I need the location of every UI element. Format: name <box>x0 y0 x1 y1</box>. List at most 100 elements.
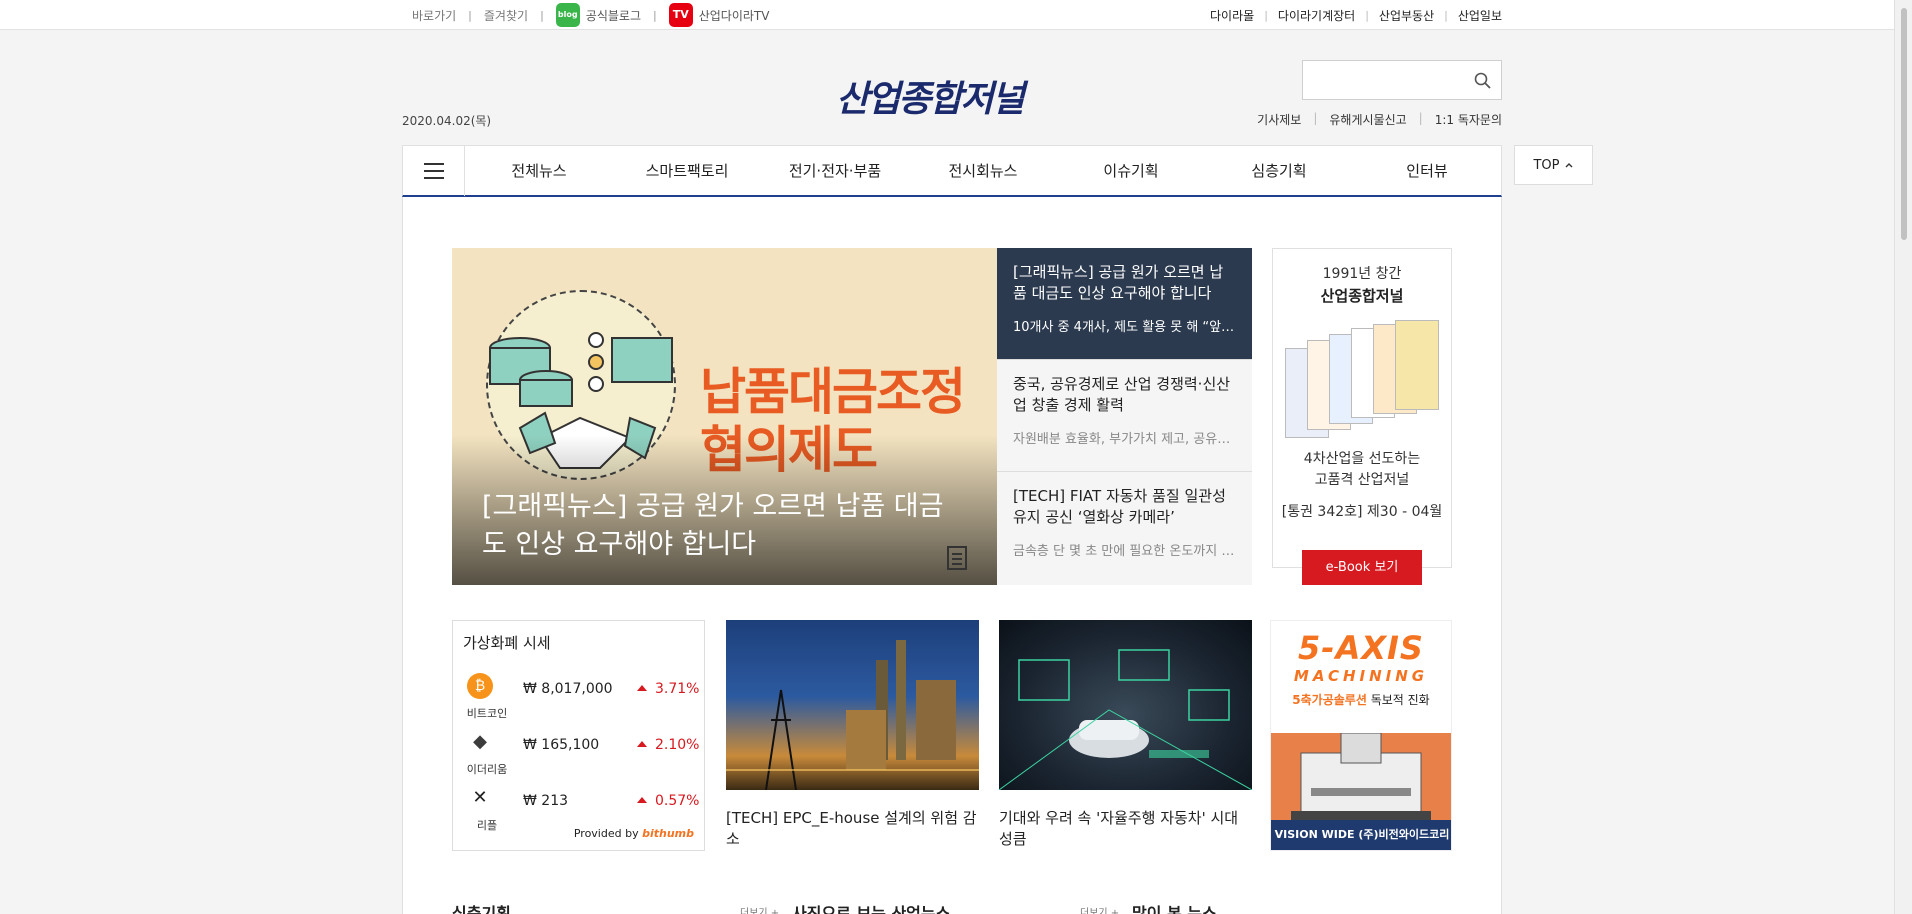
crypto-name: 리플 <box>476 819 498 832</box>
crypto-name: 비트코인 <box>466 707 508 720</box>
ebook-slogan: 4차산업을 선도하는 고품격 산업저널 <box>1273 449 1451 491</box>
main-nav: 전체뉴스 스마트팩토리 전기·전자·부품 전시회뉴스 이슈기획 심층기획 인터뷰 <box>402 145 1502 197</box>
bitcoin-icon: ₿ <box>467 673 493 699</box>
nav-item-issue-planning[interactable]: 이슈기획 <box>1057 146 1205 195</box>
news-card[interactable]: 기대와 우려 속 '자율주행 자동차' 시대 성큼 <box>999 620 1252 850</box>
ad-tagline: 5축가공솔루션 독보적 진화 <box>1271 691 1451 708</box>
more-link[interactable]: 더보기 + <box>1080 904 1119 914</box>
nav-item-electric-parts[interactable]: 전기·전자·부품 <box>761 146 909 195</box>
crypto-row: ◆ 이더리움 ₩ 165,100 2.10% <box>453 729 706 785</box>
scrollbar-thumb[interactable] <box>1901 8 1907 240</box>
ethereum-icon: ◆ <box>473 731 487 752</box>
separator: | <box>468 8 472 22</box>
power-plant-image <box>726 620 979 790</box>
top-left-links: 바로가기 | 즐겨찾기 | blog 공식블로그 | TV 산업다이라TV <box>412 0 769 30</box>
hero-caption[interactable]: [그래픽뉴스] 공급 원가 오르면 납품 대금도 인상 요구해야 합니다 <box>482 488 962 564</box>
hero-side-list: [그래픽뉴스] 공급 원가 오르면 납품 대금도 인상 요구해야 합니다 10개… <box>997 248 1252 585</box>
separator: | <box>1444 8 1448 22</box>
blog-icon: blog <box>555 3 580 27</box>
separator: | <box>1313 111 1318 125</box>
crypto-price: ₩ 165,100 <box>523 737 600 753</box>
crypto-price: ₩ 8,017,000 <box>523 681 613 697</box>
ad-tagline-strong: 5축가공솔루션 <box>1292 693 1367 707</box>
header-links: 기사제보 | 유해게시물신고 | 1:1 독자문의 <box>1257 111 1502 128</box>
ripple-icon: ✕ <box>472 787 488 808</box>
search-icon[interactable] <box>1473 71 1493 91</box>
section-title-most-viewed: 많이 본 뉴스 <box>1132 904 1217 914</box>
menu-icon[interactable] <box>403 146 465 196</box>
separator: | <box>1264 8 1268 22</box>
provided-by-label: Provided by <box>573 827 639 840</box>
ebook-slogan-line1: 4차산업을 선도하는 <box>1303 451 1421 467</box>
side-news-item[interactable]: 중국, 공유경제로 산업 경쟁력·신산업 창출 경제 활력 자원배분 효율화, … <box>997 360 1252 472</box>
news-card[interactable]: [TECH] EPC_E-house 설계의 위험 감소 <box>726 620 979 850</box>
harmful-post-report-link[interactable]: 유해게시물신고 <box>1329 111 1406 128</box>
nav-item-all-news[interactable]: 전체뉴스 <box>465 146 613 195</box>
ad-subheadline: MACHINING <box>1293 667 1429 685</box>
separator: | <box>1418 111 1423 125</box>
report-news-link[interactable]: 기사제보 <box>1257 111 1301 128</box>
document-icon <box>947 546 967 570</box>
tv-icon: TV <box>668 3 693 27</box>
ebook-box: 1991년 창간 산업종합저널 4차산업을 선도하는 고품격 산업저널 [통권 … <box>1272 248 1452 568</box>
ebook-issue: [통권 342호] 제30 - 04월 <box>1281 504 1443 520</box>
ad-headline: 5-AXIS <box>1298 629 1424 667</box>
crypto-change: 0.57% <box>637 793 699 809</box>
separator: | <box>652 8 657 22</box>
scroll-top-button[interactable]: TOP <box>1514 145 1593 185</box>
chevron-up-icon <box>1565 163 1572 168</box>
nav-item-exhibition-news[interactable]: 전시회뉴스 <box>909 146 1057 195</box>
industry-daily-link[interactable]: 산업일보 <box>1458 7 1502 24</box>
machine-image <box>1271 732 1451 823</box>
daira-tv-link[interactable]: TV 산업다이라TV <box>668 3 769 27</box>
crypto-change: 3.71% <box>637 681 699 697</box>
nav-item-in-depth[interactable]: 심층기획 <box>1205 146 1353 195</box>
search-input[interactable] <box>1311 69 1461 91</box>
ad-company: VISION WIDE (주)비전와이드코리아 <box>1271 820 1451 850</box>
side-news-item[interactable]: [그래픽뉴스] 공급 원가 오르면 납품 대금도 인상 요구해야 합니다 10개… <box>997 248 1252 360</box>
more-link[interactable]: 더보기 + <box>740 904 779 914</box>
nav-item-interview[interactable]: 인터뷰 <box>1353 146 1501 195</box>
side-news-desc: 10개사 중 4개사, 제도 활용 못 해 “앞… <box>1013 320 1235 335</box>
hero-article[interactable]: 납품대금조정협의제도 [그래픽뉴스] 공급 원가 오르면 납품 대금도 인상 요… <box>452 248 997 585</box>
side-news-desc: 자원배분 효율화, 부가가치 제고, 공유… <box>1013 432 1231 447</box>
autonomous-car-illustration <box>999 649 1252 790</box>
advertisement-banner[interactable]: 5-AXIS MACHINING 5축가공솔루션 독보적 진화 VISION W… <box>1270 620 1452 851</box>
industrial-realestate-link[interactable]: 산업부동산 <box>1379 7 1434 24</box>
crypto-widget: 가상화폐 시세 ₿ 비트코인 ₩ 8,017,000 3.71% ◆ 이더리움 … <box>452 620 705 851</box>
search-box <box>1302 60 1502 100</box>
ebook-view-button[interactable]: e-Book 보기 <box>1302 550 1422 585</box>
reader-inquiry-link[interactable]: 1:1 독자문의 <box>1435 111 1502 128</box>
top-utility-bar: 바로가기 | 즐겨찾기 | blog 공식블로그 | TV 산업다이라TV 다이… <box>0 0 1894 30</box>
page-scrollbar[interactable] <box>1894 0 1912 914</box>
section-title-photo-news: 사진으로 보는 산업뉴스 <box>792 904 951 914</box>
side-news-title: [TECH] FIAT 자동차 품질 일관성 유지 공신 ‘열화상 카메라’ <box>1013 487 1226 526</box>
crypto-name: 이더리움 <box>466 763 508 776</box>
separator: | <box>540 8 544 22</box>
magazine-cover <box>1395 320 1439 410</box>
crypto-row: ₿ 비트코인 ₩ 8,017,000 3.71% <box>453 673 706 729</box>
autonomous-car-image <box>999 620 1252 790</box>
side-news-item[interactable]: [TECH] FIAT 자동차 품질 일관성 유지 공신 ‘열화상 카메라’ 금… <box>997 472 1252 585</box>
power-plant-illustration <box>726 640 979 790</box>
news-card-caption: 기대와 우려 속 '자율주행 자동차' 시대 성큼 <box>999 809 1239 848</box>
machine-market-link[interactable]: 다이라기계장터 <box>1278 7 1355 24</box>
favorite-link[interactable]: 즐겨찾기 <box>484 7 528 24</box>
shortcut-link[interactable]: 바로가기 <box>412 7 456 24</box>
site-logo[interactable]: 산업종합저널 <box>836 70 1025 122</box>
current-date: 2020.04.02(목) <box>402 114 492 128</box>
crypto-provider[interactable]: Provided by bithumb <box>574 827 694 840</box>
side-news-desc: 금속층 단 몇 초 만에 필요한 온도까지 … <box>1013 544 1235 559</box>
cnc-machine-illustration <box>1291 732 1431 821</box>
official-blog-label: 공식블로그 <box>585 8 641 23</box>
nav-item-smart-factory[interactable]: 스마트팩토리 <box>613 146 761 195</box>
bithumb-logo: bithumb <box>642 827 694 840</box>
diramall-link[interactable]: 다이라몰 <box>1210 7 1254 24</box>
separator: | <box>1365 8 1369 22</box>
crypto-change: 2.10% <box>637 737 699 753</box>
official-blog-link[interactable]: blog 공식블로그 <box>555 3 641 27</box>
crypto-title: 가상화폐 시세 <box>463 634 551 652</box>
section-title-in-depth: 심층기획 <box>452 904 511 914</box>
side-news-title: 중국, 공유경제로 산업 경쟁력·신산업 창출 경제 활력 <box>1013 375 1231 414</box>
hamburger-icon <box>423 163 444 179</box>
